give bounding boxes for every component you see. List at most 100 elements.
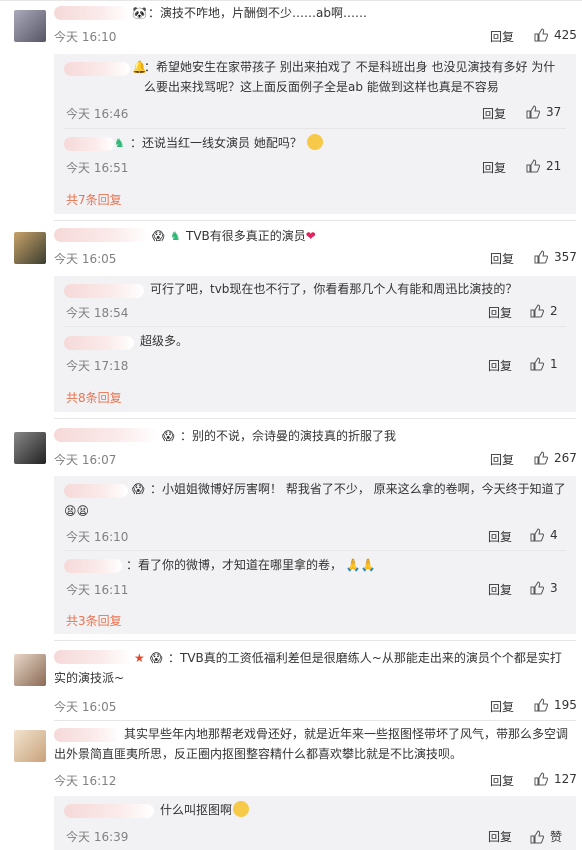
like-count: 1: [550, 357, 558, 371]
reply-button[interactable]: 回复: [490, 451, 514, 468]
like-button[interactable]: 赞: [530, 828, 562, 845]
username[interactable]: [54, 6, 130, 20]
reply-text: ：希望她安生在家带孩子 别出来拍戏了 不是科班出身 也没见演技有多好 为什么要出…: [144, 60, 556, 94]
more-replies-link[interactable]: 共3条回复: [66, 612, 122, 629]
thumbs-up-icon: [530, 829, 544, 843]
reply-box: 可行了吧，tvb现在也不行了，你看看那几个人有能和周迅比演技的？ 今天 18:5…: [54, 276, 576, 412]
avatar[interactable]: [14, 730, 46, 762]
reply-text: 什么叫抠图啊: [160, 800, 250, 820]
reply-button[interactable]: 回复: [482, 105, 506, 122]
divider: [54, 418, 576, 419]
avatar[interactable]: [14, 432, 46, 464]
like-count: 267: [554, 451, 577, 465]
comment-time: 今天 16:05: [54, 252, 117, 266]
reply-time: 今天 16:11: [66, 583, 129, 597]
reply-button[interactable]: 回复: [490, 28, 514, 45]
like-button[interactable]: 127: [534, 772, 577, 786]
reply-username[interactable]: [64, 484, 128, 498]
like-button[interactable]: 1: [530, 357, 558, 371]
reply-username[interactable]: [64, 559, 122, 573]
reply-time: 今天 16:46: [66, 107, 129, 121]
comment-time: 今天 16:12: [54, 774, 117, 788]
like-count: 2: [550, 304, 558, 318]
avatar[interactable]: [14, 654, 46, 686]
username[interactable]: [54, 228, 150, 242]
reply-button[interactable]: 回复: [490, 772, 514, 789]
thumbs-up-icon: [530, 581, 544, 595]
divider: [54, 640, 576, 641]
reply-box: 什么叫抠图啊 今天 16:39 回复 赞: [54, 796, 576, 850]
emoji-icon: 😱: [132, 482, 145, 496]
emoji-icon: 😱: [162, 429, 175, 443]
reply-text: 超级多。: [140, 334, 189, 348]
like-button[interactable]: 267: [534, 451, 577, 465]
emoji-icon: 🐼: [132, 6, 147, 20]
like-button[interactable]: 357: [534, 250, 577, 264]
like-count: 37: [546, 105, 562, 119]
like-button[interactable]: 425: [534, 28, 577, 42]
more-replies-link[interactable]: 共7条回复: [66, 191, 122, 208]
thumbs-up-icon: [530, 304, 544, 318]
thumbs-up-icon: [534, 451, 548, 465]
more-replies-link[interactable]: 共8条回复: [66, 389, 122, 406]
reply-time: 今天 16:10: [66, 530, 129, 544]
reply-button[interactable]: 回复: [488, 581, 512, 598]
avatar[interactable]: [14, 232, 46, 264]
reply-time: 今天 16:39: [66, 830, 129, 844]
reply-button[interactable]: 回复: [488, 528, 512, 545]
heart-icon: ❤: [305, 229, 316, 243]
reply-button[interactable]: 回复: [488, 357, 512, 374]
comment-time: 今天 16:07: [54, 453, 117, 467]
like-count: 21: [546, 159, 562, 173]
like-count: 3: [550, 581, 558, 595]
like-button[interactable]: 4: [530, 528, 558, 542]
comment-text: TVB有很多真正的演员❤: [186, 229, 316, 243]
reply-button[interactable]: 回复: [488, 304, 512, 321]
thumbs-up-icon: [530, 528, 544, 542]
like-button[interactable]: 3: [530, 581, 558, 595]
like-count: 赞: [550, 830, 563, 844]
comment-time: 今天 16:05: [54, 700, 117, 714]
reply-username[interactable]: [64, 804, 154, 818]
reply-box: 😱 ：小姐姐微博好厉害啊！ 帮我省了不少， 原来这么拿的卷啊，今天终于知道了 😫…: [54, 476, 576, 634]
like-button[interactable]: 37: [526, 105, 561, 119]
divider: [64, 550, 566, 551]
reply-button[interactable]: 回复: [482, 159, 506, 176]
divider: [64, 128, 566, 129]
like-button[interactable]: 195: [534, 698, 577, 712]
comment-text: ：别的不说，佘诗曼的演技真的折服了我: [180, 429, 397, 443]
confused-emoji-icon: [233, 801, 250, 817]
reply-button[interactable]: 回复: [488, 828, 512, 845]
reply-time: 今天 18:54: [66, 306, 129, 320]
thumbs-up-icon: [526, 159, 540, 173]
thumbs-up-icon: [534, 250, 548, 264]
reply-text: ：看了你的微博，才知道在哪里拿的卷， 🙏🙏: [126, 558, 376, 572]
badge-icon: ♞: [170, 229, 181, 243]
comment-time: 今天 16:10: [54, 30, 117, 44]
like-button[interactable]: 2: [530, 304, 558, 318]
thumbs-up-icon: [534, 28, 548, 42]
like-count: 195: [554, 698, 577, 712]
thumbs-up-icon: [534, 698, 548, 712]
reply-username[interactable]: [64, 137, 114, 151]
badge-icon: ♞: [114, 136, 125, 150]
emoji-icon: 😱: [152, 229, 165, 243]
avatar[interactable]: [14, 10, 46, 42]
reply-username[interactable]: [64, 336, 134, 350]
like-button[interactable]: 21: [526, 159, 561, 173]
thumbs-up-icon: [530, 357, 544, 371]
divider: [54, 720, 576, 721]
reply-username[interactable]: [64, 284, 144, 298]
comment-text: 其实早些年内地那帮老戏骨还好，就是近年来一些抠图怪带坏了风气，带那么多空调出外景…: [54, 727, 569, 761]
top-divider: [0, 0, 582, 1]
reply-button[interactable]: 回复: [490, 698, 514, 715]
like-count: 4: [550, 528, 558, 542]
reply-username[interactable]: [64, 62, 130, 76]
divider: [64, 326, 566, 327]
comment-text: ：TVB真的工资低福利差但是很磨练人~从那能走出来的演员个个都是实打实的演技派~: [54, 651, 562, 685]
reply-button[interactable]: 回复: [490, 250, 514, 267]
username[interactable]: [54, 428, 158, 442]
like-count: 357: [554, 250, 577, 264]
praying-hands-icon: 🙏🙏: [345, 558, 376, 572]
like-count: 425: [554, 28, 577, 42]
